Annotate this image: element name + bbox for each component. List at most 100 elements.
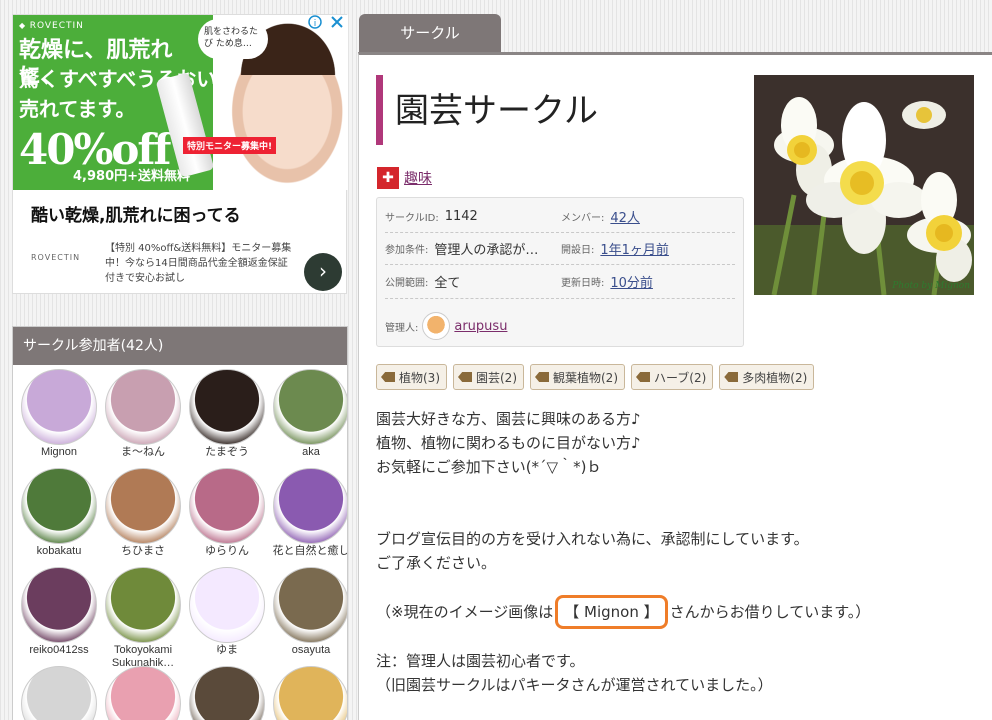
member-item[interactable]: reiko0412ss xyxy=(17,567,101,657)
member-item[interactable]: ま〜ねん xyxy=(101,369,185,459)
member-name[interactable]: ま〜ねん xyxy=(101,446,185,459)
description-blank xyxy=(376,503,976,527)
tag-button[interactable]: 園芸(2) xyxy=(453,364,524,390)
condition-label: 参加条件: xyxy=(385,244,429,256)
ad-arrow-button[interactable]: › xyxy=(304,253,342,291)
admin-label: 管理人: xyxy=(385,322,419,334)
tag-icon xyxy=(535,372,549,382)
tag-label: 観葉植物(2) xyxy=(553,370,618,385)
member-name[interactable]: ちひまさ xyxy=(101,545,185,558)
member-name[interactable]: reiko0412ss xyxy=(17,644,101,657)
member-name[interactable]: 花と自然と癒し xyxy=(269,545,348,558)
ad-logo: ROVECTIN xyxy=(31,253,81,262)
member-item[interactable]: 花と自然と癒し xyxy=(269,468,348,558)
admin-avatar[interactable] xyxy=(422,312,451,340)
category-link[interactable]: 趣味 xyxy=(404,168,432,188)
member-avatar[interactable] xyxy=(105,369,181,445)
member-name[interactable]: Mignon xyxy=(17,446,101,459)
member-avatar[interactable] xyxy=(189,468,265,544)
puzzle-icon: ✚ xyxy=(377,167,399,189)
admin-link[interactable]: arupusu xyxy=(454,319,507,334)
scope-value: 全て xyxy=(434,275,461,291)
updated-label: 更新日時: xyxy=(561,277,605,289)
member-name[interactable]: kobakatu xyxy=(17,545,101,558)
tag-list: 植物(3) 園芸(2) 観葉植物(2) ハーブ(2) 多肉植物(2) xyxy=(376,364,815,390)
ad-headline[interactable]: 酷い乾燥,肌荒れに困ってる xyxy=(31,201,241,226)
members-panel: サークル参加者(42人) Mignon ま〜ねん たまぞう aka kobakatu ちひ… xyxy=(12,326,348,720)
member-avatar[interactable] xyxy=(21,666,97,720)
credit-suffix: さんからお借りしています。） xyxy=(669,603,871,621)
circle-image-daffodils[interactable]: Photo by Mignon xyxy=(754,75,974,295)
member-avatar[interactable] xyxy=(21,567,97,643)
condition-value: 管理人の承認が… xyxy=(434,242,539,258)
member-item[interactable]: osayuta xyxy=(269,567,347,657)
circle-id-value: 1142 xyxy=(444,208,478,224)
member-item[interactable]: aka xyxy=(269,369,347,459)
member-avatar[interactable] xyxy=(105,567,181,643)
member-name[interactable]: osayuta xyxy=(269,644,347,657)
info-divider xyxy=(385,264,735,265)
description-blank xyxy=(376,479,976,503)
updated-value[interactable]: 10分前 xyxy=(610,272,653,291)
member-avatar[interactable] xyxy=(189,666,265,720)
member-avatar[interactable] xyxy=(273,468,347,544)
member-item[interactable]: kobakatu xyxy=(17,468,101,558)
ad-image[interactable]: ROVECTIN 乾燥に、肌荒れに、 驚くすべすべうるおいで、 売れてます。 4… xyxy=(13,15,348,190)
opened-label: 開設日: xyxy=(561,244,595,256)
circle-main-panel: 園芸サークル ✚ 趣味 サークルID: 1142 メンバー: 42人 参加条件:… xyxy=(358,52,992,720)
member-item[interactable]: Tokoyokami Sukunahik… xyxy=(101,567,185,670)
tag-button[interactable]: ハーブ(2) xyxy=(631,364,714,390)
member-item[interactable]: ゆらりん xyxy=(185,468,269,558)
tag-icon xyxy=(724,372,739,382)
info-divider xyxy=(385,232,735,233)
member-avatar[interactable] xyxy=(21,468,97,544)
member-item[interactable]: ゆま xyxy=(185,567,269,657)
ad-description[interactable]: 【特別 40%off&送料無料】モニター募集中！今なら14日間商品代金全額返金保… xyxy=(105,241,295,286)
description-blank xyxy=(376,575,976,599)
description-blank xyxy=(376,625,976,649)
member-item[interactable] xyxy=(101,666,185,720)
description-line: 植物、植物に関わるものに目がない方♪ xyxy=(376,434,641,452)
member-name[interactable]: aka xyxy=(269,446,347,459)
tag-label: 園芸(2) xyxy=(476,370,517,385)
member-name[interactable]: ゆらりん xyxy=(185,545,269,558)
tag-label: ハーブ(2) xyxy=(654,370,707,385)
photo-signature: Photo by Mignon xyxy=(892,281,970,291)
member-avatar[interactable] xyxy=(21,369,97,445)
member-avatar[interactable] xyxy=(105,666,181,720)
scope-label: 公開範囲: xyxy=(385,277,429,289)
tag-button[interactable]: 観葉植物(2) xyxy=(530,364,625,390)
member-avatar[interactable] xyxy=(189,369,265,445)
member-avatar[interactable] xyxy=(273,369,347,445)
ad-monitor-tag: 特別モニター募集中! xyxy=(183,137,277,154)
description-line: お気軽にご参加下さい(*´▽｀*)ｂ xyxy=(376,458,602,476)
member-item[interactable] xyxy=(269,666,347,720)
title-accent-bar xyxy=(376,75,383,145)
member-avatar[interactable] xyxy=(273,567,347,643)
member-avatar[interactable] xyxy=(189,567,265,643)
member-name[interactable]: たまぞう xyxy=(185,446,269,459)
ad-info-close-icon[interactable]: i xyxy=(308,15,344,29)
tag-button[interactable]: 植物(3) xyxy=(376,364,447,390)
ad-brand: ROVECTIN xyxy=(19,21,84,31)
member-item[interactable] xyxy=(185,666,269,720)
member-item[interactable]: Mignon xyxy=(17,369,101,459)
description-line: （旧園芸サークルはパキータさんが運営されていました。） xyxy=(376,676,773,694)
tab-circle[interactable]: サークル xyxy=(359,14,501,54)
member-avatar[interactable] xyxy=(105,468,181,544)
ad-banner-container[interactable]: ROVECTIN 乾燥に、肌荒れに、 驚くすべすべうるおいで、 売れてます。 4… xyxy=(12,14,348,294)
info-divider xyxy=(385,298,735,299)
member-name[interactable]: ゆま xyxy=(185,644,269,657)
member-avatar[interactable] xyxy=(273,666,347,720)
tag-icon xyxy=(636,372,650,382)
members-count-link[interactable]: 42人 xyxy=(610,207,640,226)
tag-icon xyxy=(458,372,472,382)
opened-value[interactable]: 1年1ヶ月前 xyxy=(600,239,669,258)
tag-icon xyxy=(381,372,395,382)
members-header: サークル参加者(42人) xyxy=(13,327,347,365)
tag-button[interactable]: 多肉植物(2) xyxy=(719,364,815,390)
ad-price: 4,980円+送料無料 xyxy=(73,169,191,184)
member-item[interactable] xyxy=(17,666,101,720)
member-item[interactable]: たまぞう xyxy=(185,369,269,459)
member-item[interactable]: ちひまさ xyxy=(101,468,185,558)
